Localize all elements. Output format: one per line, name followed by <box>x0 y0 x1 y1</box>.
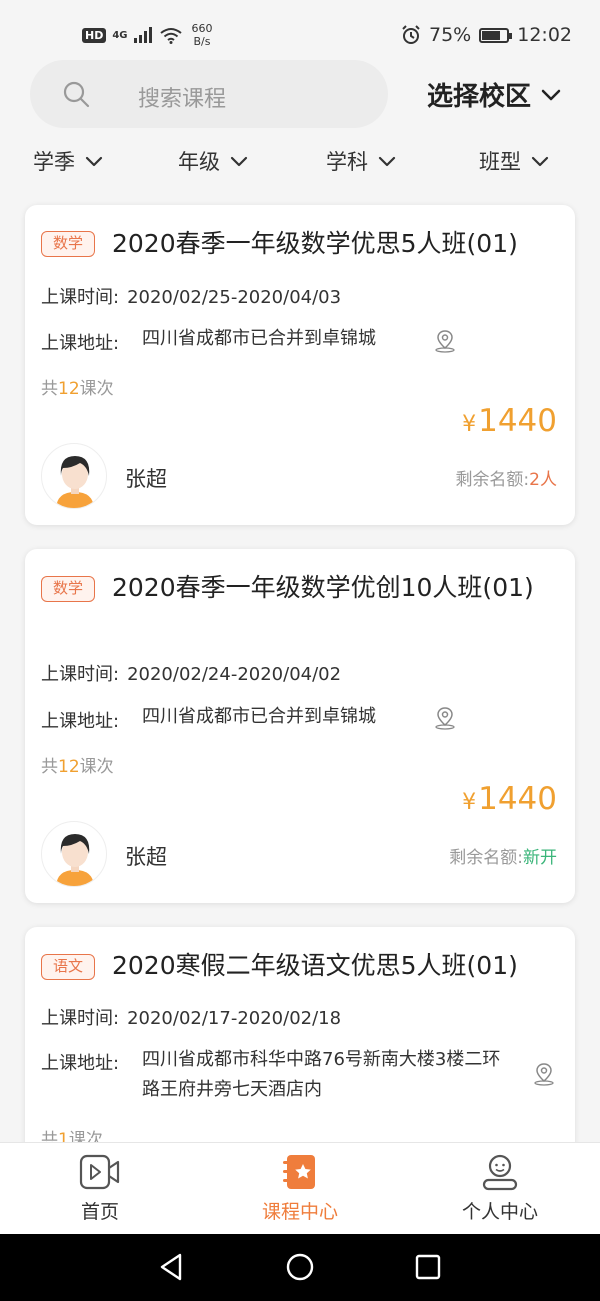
course-price: ¥1440 <box>462 403 557 439</box>
course-card[interactable]: 数学 2020春季一年级数学优思5人班(01) 上课时间: 2020/02/25-… <box>25 205 575 525</box>
filter-season[interactable]: 学季 <box>33 146 103 176</box>
filter-bar: 学季 年级 学科 班型 <box>0 146 600 186</box>
subject-tag: 数学 <box>41 231 95 257</box>
filter-subject[interactable]: 学科 <box>326 146 396 176</box>
bottom-nav: 首页 课程中心 个人中心 <box>0 1142 600 1234</box>
course-address-label: 上课地址: <box>41 333 120 354</box>
chevron-down-icon <box>378 156 396 166</box>
remaining-seats: 剩余名额:新开 <box>449 843 557 868</box>
teacher-name: 张超 <box>125 467 167 491</box>
campus-label: 选择校区 <box>427 82 532 112</box>
hd-indicator: HD <box>82 27 107 43</box>
filter-label: 年级 <box>178 150 220 174</box>
currency-symbol: ¥ <box>462 412 477 437</box>
home-circle-icon[interactable] <box>285 1252 315 1282</box>
count-prefix: 共 <box>41 379 58 399</box>
chevron-down-icon <box>541 89 561 100</box>
count-number: 12 <box>58 757 80 777</box>
chevron-down-icon <box>85 156 103 166</box>
time-label: 上课时间: <box>41 287 120 308</box>
course-book-icon <box>283 1155 315 1189</box>
nav-course-center-label: 课程中心 <box>261 1201 338 1223</box>
nav-home[interactable]: 首页 <box>30 1153 170 1224</box>
location-pin-icon[interactable] <box>434 329 456 353</box>
chevron-down-icon <box>230 156 248 166</box>
course-address: 四川省成都市已合并到卓锦城 <box>142 328 376 349</box>
filter-label: 班型 <box>479 150 521 174</box>
status-bar: HD 4G 660 B/s 75% 12:02 <box>0 0 600 62</box>
network-speed: 660 B/s <box>192 22 213 48</box>
course-time: 上课时间: 2020/02/17-2020/02/18 <box>41 1004 341 1030</box>
course-address-label: 上课地址: <box>41 1053 120 1074</box>
speed-value: 660 <box>191 22 213 35</box>
price-value: 1440 <box>478 403 557 439</box>
currency-symbol: ¥ <box>462 790 477 815</box>
count-suffix: 课次 <box>79 757 114 777</box>
video-play-icon <box>79 1154 120 1190</box>
alarm-icon <box>402 25 420 44</box>
filter-grade[interactable]: 年级 <box>178 146 248 176</box>
course-title: 2020春季一年级数学优创10人班(01) <box>112 573 534 602</box>
nav-course-center[interactable]: 课程中心 <box>230 1153 370 1224</box>
remaining-value: 2人 <box>529 470 557 490</box>
battery-icon <box>479 27 513 43</box>
speed-unit: B/s <box>193 35 211 48</box>
time-value: 2020/02/25-2020/04/03 <box>127 287 342 308</box>
time-value: 2020/02/17-2020/02/18 <box>127 1008 342 1029</box>
teacher-avatar <box>41 821 107 887</box>
back-icon[interactable] <box>158 1252 186 1282</box>
remaining-value: 新开 <box>523 848 557 868</box>
course-title: 2020寒假二年级语文优思5人班(01) <box>112 951 518 980</box>
count-prefix: 共 <box>41 757 58 777</box>
clock: 12:02 <box>517 24 572 46</box>
avatar-illustration <box>56 456 94 508</box>
location-pin-icon[interactable] <box>533 1062 555 1086</box>
course-card[interactable]: 数学 2020春季一年级数学优创10人班(01) 上课时间: 2020/02/24… <box>25 549 575 903</box>
teacher-name: 张超 <box>125 845 167 869</box>
subject-tag: 数学 <box>41 576 95 602</box>
price-value: 1440 <box>478 781 557 817</box>
battery-percent: 75% <box>429 24 472 46</box>
lesson-count: 共12课次 <box>41 752 114 777</box>
remaining-seats: 剩余名额:2人 <box>455 465 557 490</box>
battery-fill <box>482 30 501 40</box>
filter-class-type[interactable]: 班型 <box>479 146 549 176</box>
filter-label: 学季 <box>33 150 75 174</box>
course-address-label: 上课地址: <box>41 711 120 732</box>
teacher-avatar <box>41 443 107 509</box>
remaining-label: 剩余名额: <box>449 848 523 868</box>
campus-select[interactable]: 选择校区 <box>427 76 561 113</box>
nav-profile[interactable]: 个人中心 <box>430 1153 570 1224</box>
course-title: 2020春季一年级数学优思5人班(01) <box>112 229 518 258</box>
chevron-down-icon <box>531 156 549 166</box>
subject-tag: 语文 <box>41 954 95 980</box>
time-label: 上课时间: <box>41 1008 120 1029</box>
system-nav-bar <box>0 1234 600 1301</box>
nav-profile-label: 个人中心 <box>461 1201 538 1223</box>
filter-label: 学科 <box>326 150 368 174</box>
time-label: 上课时间: <box>41 664 120 685</box>
course-time: 上课时间: 2020/02/24-2020/04/02 <box>41 660 341 686</box>
avatar-illustration <box>56 834 94 886</box>
course-price: ¥1440 <box>462 781 557 817</box>
count-number: 12 <box>58 379 80 399</box>
remaining-label: 剩余名额: <box>455 470 530 490</box>
nav-home-label: 首页 <box>80 1201 119 1223</box>
signal-icon <box>133 27 152 43</box>
course-address: 四川省成都市已合并到卓锦城 <box>142 706 376 727</box>
location-pin-icon[interactable] <box>434 706 456 730</box>
count-suffix: 课次 <box>79 379 114 399</box>
user-face-icon <box>482 1154 518 1191</box>
recent-apps-icon[interactable] <box>414 1252 442 1282</box>
course-time: 上课时间: 2020/02/25-2020/04/03 <box>41 283 341 309</box>
time-value: 2020/02/24-2020/04/02 <box>127 664 342 685</box>
network-type: 4G <box>112 29 128 41</box>
wifi-icon <box>159 27 182 44</box>
course-address: 四川省成都市科华中路76号新南大楼3楼二环路王府井旁七天酒店内 <box>142 1049 501 1100</box>
lesson-count: 共12课次 <box>41 374 114 399</box>
search-input[interactable]: 搜索课程 <box>30 60 388 128</box>
search-icon <box>63 81 90 108</box>
search-placeholder: 搜索课程 <box>138 87 227 112</box>
